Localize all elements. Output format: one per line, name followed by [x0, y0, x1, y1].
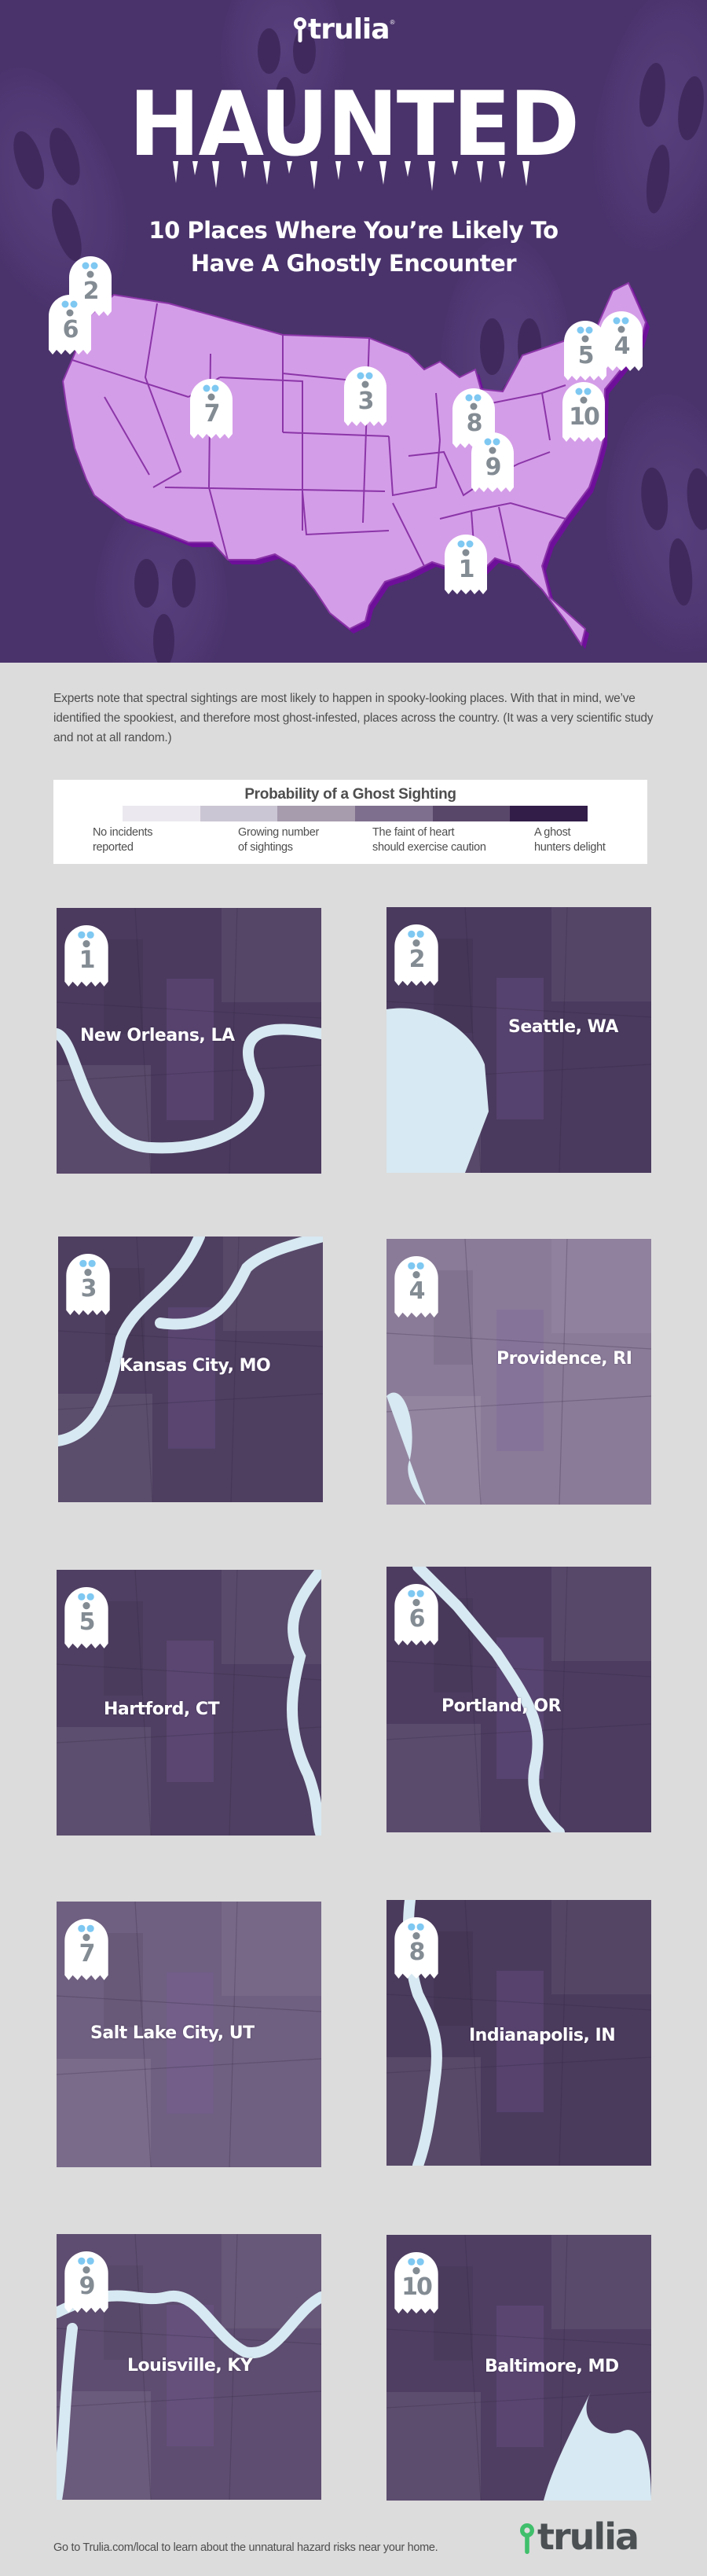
marker-rank: 7 — [203, 400, 221, 428]
legend-label-line: A ghost — [534, 826, 571, 839]
rank-number: 5 — [79, 1608, 96, 1636]
rank-badge: 9 — [64, 2251, 108, 2314]
legend-swatch — [355, 806, 433, 821]
city-card[interactable]: 4 Providence, RI — [386, 1239, 651, 1505]
trulia-footer-logo[interactable]: trulia — [518, 2515, 639, 2558]
map-marker-kansas-city[interactable]: 3 — [344, 366, 386, 428]
legend-label-caution: The faint of heart should exercise cauti… — [372, 825, 486, 855]
marker-rank: 10 — [569, 403, 600, 431]
map-marker-new-orleans[interactable]: 1 — [445, 535, 487, 596]
marker-rank: 1 — [458, 556, 475, 583]
city-name: New Orleans, LA — [80, 1026, 235, 1045]
city-card[interactable]: 3 Kansas City, MO — [58, 1237, 323, 1502]
rank-badge: 10 — [394, 2252, 438, 2315]
city-card[interactable]: 7 Salt Lake City, UT — [57, 1902, 321, 2167]
rank-badge: 6 — [394, 1584, 438, 1647]
rank-number: 3 — [80, 1275, 97, 1303]
legend-label-line: should exercise caution — [372, 841, 486, 854]
city-name: Seattle, WA — [508, 1017, 618, 1037]
legend-swatch — [432, 806, 511, 821]
rank-badge: 8 — [394, 1917, 438, 1980]
legend-label-growing: Growing number of sightings — [238, 825, 319, 855]
city-name: Louisville, KY — [127, 2356, 253, 2376]
marker-rank: 3 — [357, 388, 375, 415]
legend: Probability of a Ghost Sighting No incid… — [53, 780, 647, 864]
footer-brand-name: trulia — [537, 2515, 639, 2558]
legend-swatch — [123, 806, 200, 821]
brand-name: trulia — [308, 13, 390, 46]
city-card[interactable]: 6 Portland, OR — [386, 1567, 651, 1832]
location-pin-icon — [294, 17, 306, 42]
rank-badge: 7 — [64, 1919, 108, 1982]
city-name: Indianapolis, IN — [469, 2026, 616, 2045]
rank-number: 4 — [408, 1277, 426, 1305]
city-name: Providence, RI — [496, 1349, 632, 1369]
rank-number: 7 — [79, 1940, 96, 1968]
marker-rank: 4 — [614, 333, 631, 360]
legend-label-line: Growing number — [238, 826, 319, 839]
rank-number: 1 — [79, 946, 96, 974]
subtitle-line: 10 Places Where You’re Likely To — [148, 217, 559, 244]
intro-paragraph: Experts note that spectral sightings are… — [53, 692, 654, 744]
city-card[interactable]: 10 Baltimore, MD — [386, 2235, 651, 2501]
legend-label-line: No incidents — [93, 826, 153, 839]
rank-number: 2 — [408, 946, 426, 973]
title-drips-decoration — [173, 161, 529, 191]
legend-title: Probability of a Ghost Sighting — [244, 786, 456, 803]
legend-label-line: The faint of heart — [372, 826, 455, 839]
rank-badge: 2 — [394, 924, 438, 987]
city-name: Hartford, CT — [104, 1700, 220, 1719]
legend-swatch — [200, 806, 278, 821]
rank-number: 10 — [401, 2273, 433, 2301]
rank-badge: 3 — [66, 1254, 110, 1317]
rank-number: 6 — [408, 1605, 426, 1633]
registered-mark: ® — [390, 19, 395, 26]
map-marker-portland[interactable]: 6 — [49, 295, 91, 356]
footer-cta-text: Go to Trulia.com/local to learn about th… — [53, 2541, 438, 2554]
rank-badge: 5 — [64, 1587, 108, 1650]
legend-label-line: reported — [93, 841, 134, 854]
city-name: Portland, OR — [441, 1696, 562, 1716]
hero-banner: trulia ® HAUNTED 10 Places Where You’re … — [0, 0, 707, 663]
map-marker-louisville[interactable]: 9 — [471, 432, 514, 494]
legend-swatch — [510, 806, 588, 821]
marker-rank: 9 — [485, 454, 502, 481]
rank-badge: 1 — [64, 925, 108, 988]
map-marker-providence[interactable]: 4 — [600, 311, 643, 373]
legend-label-line: of sightings — [238, 841, 293, 854]
map-marker-baltimore[interactable]: 10 — [562, 382, 605, 443]
city-card[interactable]: 9 Louisville, KY — [57, 2234, 321, 2500]
legend-swatch — [277, 806, 356, 821]
map-marker-salt-lake-city[interactable]: 7 — [190, 379, 233, 440]
city-name: Baltimore, MD — [485, 2357, 619, 2376]
city-card[interactable]: 8 Indianapolis, IN — [386, 1900, 651, 2166]
legend-label-none: No incidents reported — [93, 825, 153, 855]
legend-label-line: hunters delight — [534, 841, 606, 854]
rank-number: 9 — [79, 2273, 96, 2300]
city-card[interactable]: 5 Hartford, CT — [57, 1570, 321, 1836]
page-title: HAUNTED — [129, 72, 580, 177]
city-card[interactable]: 2 Seattle, WA — [386, 907, 651, 1173]
us-map-fill — [62, 282, 647, 645]
city-card[interactable]: 1 New Orleans, LA — [57, 908, 321, 1174]
city-name: Kansas City, MO — [119, 1356, 271, 1376]
city-name: Salt Lake City, UT — [90, 2023, 255, 2043]
trulia-logo[interactable]: trulia ® — [292, 16, 394, 44]
legend-color-scale — [123, 806, 588, 821]
rank-number: 8 — [408, 1938, 426, 1966]
legend-label-delight: A ghost hunters delight — [534, 825, 606, 855]
rank-badge: 4 — [394, 1256, 438, 1319]
location-pin-icon — [520, 2523, 534, 2554]
marker-rank: 6 — [62, 316, 79, 344]
